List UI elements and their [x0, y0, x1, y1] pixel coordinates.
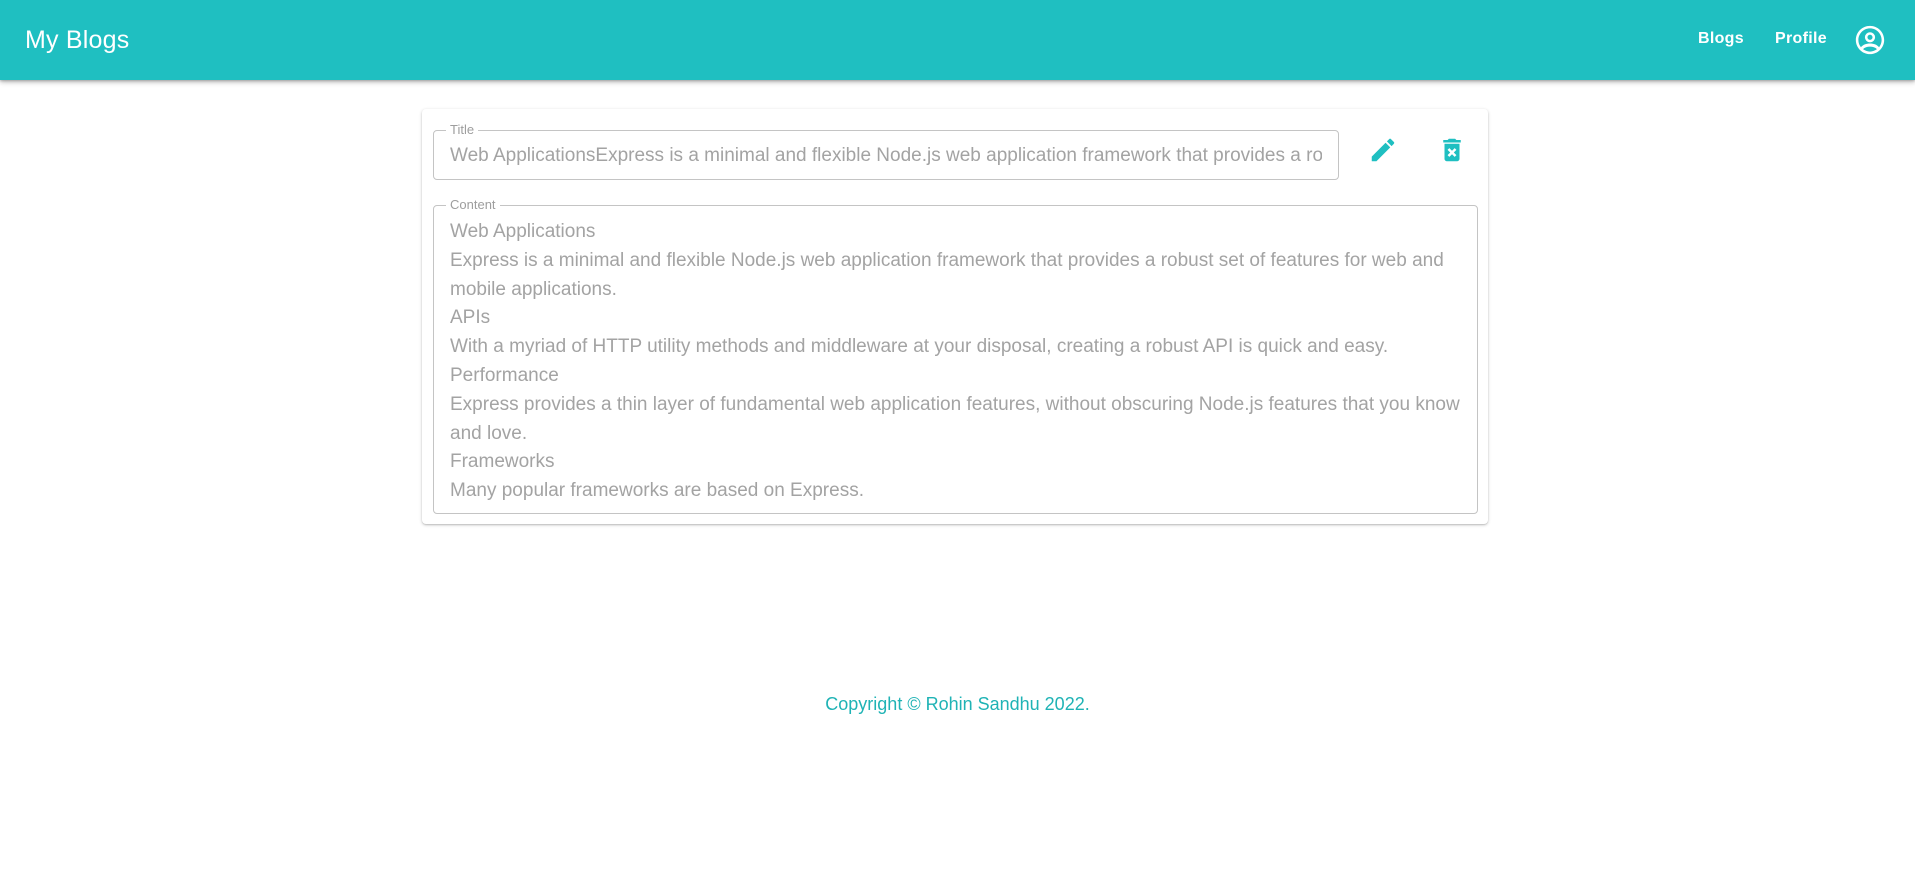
footer-copyright: Copyright © Rohin Sandhu 2022. [825, 694, 1090, 714]
content-field[interactable]: Content Web Applications Express is a mi… [433, 197, 1478, 514]
content-line: Web Applications [450, 221, 596, 242]
content-line: With a myriad of HTTP utility methods an… [450, 336, 1389, 358]
content-line: Express is a minimal and flexible Node.j… [450, 249, 1444, 300]
delete-forever-icon [1437, 135, 1467, 170]
content-textarea[interactable]: Web Applications Express is a minimal an… [450, 218, 1466, 506]
content-line: Performance [450, 364, 559, 386]
content-label: Content [446, 197, 500, 213]
title-input[interactable]: Web ApplicationsExpress is a minimal and… [450, 144, 1322, 168]
content-line: Many popular frameworks are based on Exp… [450, 480, 864, 502]
content-line: Frameworks [450, 451, 555, 473]
delete-button[interactable] [1430, 130, 1474, 174]
content-line: Express provides a thin layer of fundame… [450, 393, 1460, 444]
edit-button[interactable] [1361, 130, 1405, 174]
app-title[interactable]: My Blogs [25, 24, 129, 56]
content-line: APIs [450, 307, 491, 329]
title-field[interactable]: Title Web ApplicationsExpress is a minim… [433, 122, 1339, 180]
nav-link-profile[interactable]: Profile [1775, 28, 1827, 50]
blog-card: Title Web ApplicationsExpress is a minim… [422, 109, 1488, 524]
app-bar: My Blogs Blogs Profile [0, 0, 1915, 80]
nav-link-blogs[interactable]: Blogs [1698, 28, 1744, 50]
pencil-icon [1368, 135, 1398, 170]
account-circle-icon[interactable] [1853, 23, 1887, 57]
title-label: Title [446, 122, 479, 138]
